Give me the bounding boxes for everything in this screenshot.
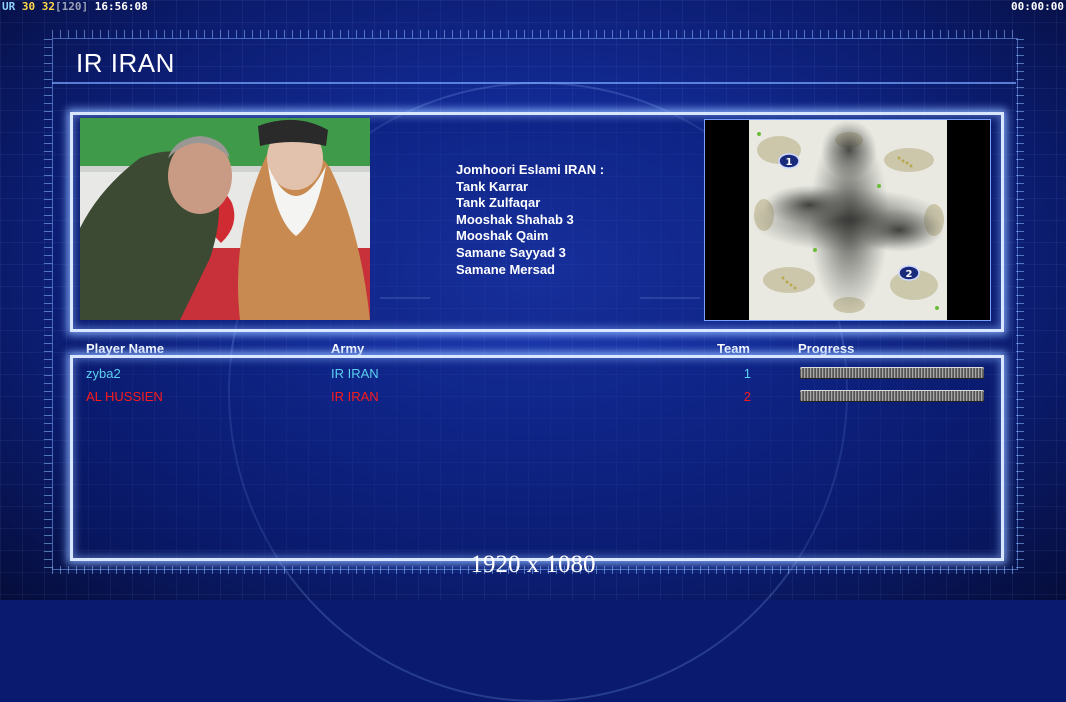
svg-text:2: 2 xyxy=(906,269,913,280)
player-progress-bar xyxy=(800,390,984,402)
start-position-1[interactable]: 1 xyxy=(778,153,800,169)
resolution-label: 1920 x 1080 xyxy=(470,551,596,578)
hud-clock: 16:56:08 xyxy=(94,0,148,13)
faction-portrait-image xyxy=(80,118,370,320)
minimap-terrain: 1 2 xyxy=(749,120,947,320)
page-title: IR IRAN xyxy=(76,48,175,78)
minimap[interactable]: 1 2 xyxy=(749,120,947,320)
faction-description: Jomhoori Eslami IRAN : Tank Karrar Tank … xyxy=(456,162,604,278)
header-progress: Progress xyxy=(798,341,855,356)
unit-item: Tank Karrar xyxy=(456,178,529,194)
hud-ur: UR xyxy=(2,0,16,13)
unit-item: Mooshak Shahab 3 xyxy=(456,211,574,227)
player-army: IR IRAN xyxy=(331,389,379,404)
unit-item: Samane Mersad xyxy=(456,261,555,277)
faction-heading: Jomhoori Eslami IRAN : xyxy=(456,162,605,177)
player-team: 2 xyxy=(743,389,751,404)
hud-fps-b: 32 xyxy=(41,0,55,13)
player-name: zyba2 xyxy=(86,366,121,381)
unit-item: Mooshak Qaim xyxy=(456,228,549,244)
player-progress-bar xyxy=(800,367,984,379)
svg-text:1: 1 xyxy=(786,157,793,168)
header-player-name: Player Name xyxy=(86,341,165,356)
player-team: 1 xyxy=(743,366,751,381)
faction-portrait xyxy=(80,118,370,320)
hud-fps-a: 30 xyxy=(21,0,36,13)
hud-fps-cap: [120] xyxy=(55,0,89,13)
hud-timer: 00:00:00 xyxy=(1011,0,1064,13)
start-position-2[interactable]: 2 xyxy=(898,265,920,281)
player-army: IR IRAN xyxy=(331,366,379,381)
unit-item: Samane Sayyad 3 xyxy=(456,244,566,260)
hud-overlay: UR 30 32[120] 16:56:08 00:00:00 xyxy=(0,0,1066,14)
hud-fps-readout: UR 30 32[120] 16:56:08 xyxy=(2,0,148,14)
ruler-left-decoration xyxy=(44,38,52,568)
player-name: AL HUSSIEN xyxy=(86,389,163,404)
header-team: Team xyxy=(717,341,750,356)
title-bar: IR IRAN xyxy=(52,40,1016,84)
ruler-top-decoration xyxy=(52,30,1016,38)
player-list-panel xyxy=(70,355,1004,561)
minimap-frame[interactable]: 1 2 xyxy=(704,119,991,321)
header-army: Army xyxy=(331,341,365,356)
unit-item: Tank Zulfaqar xyxy=(456,195,541,211)
